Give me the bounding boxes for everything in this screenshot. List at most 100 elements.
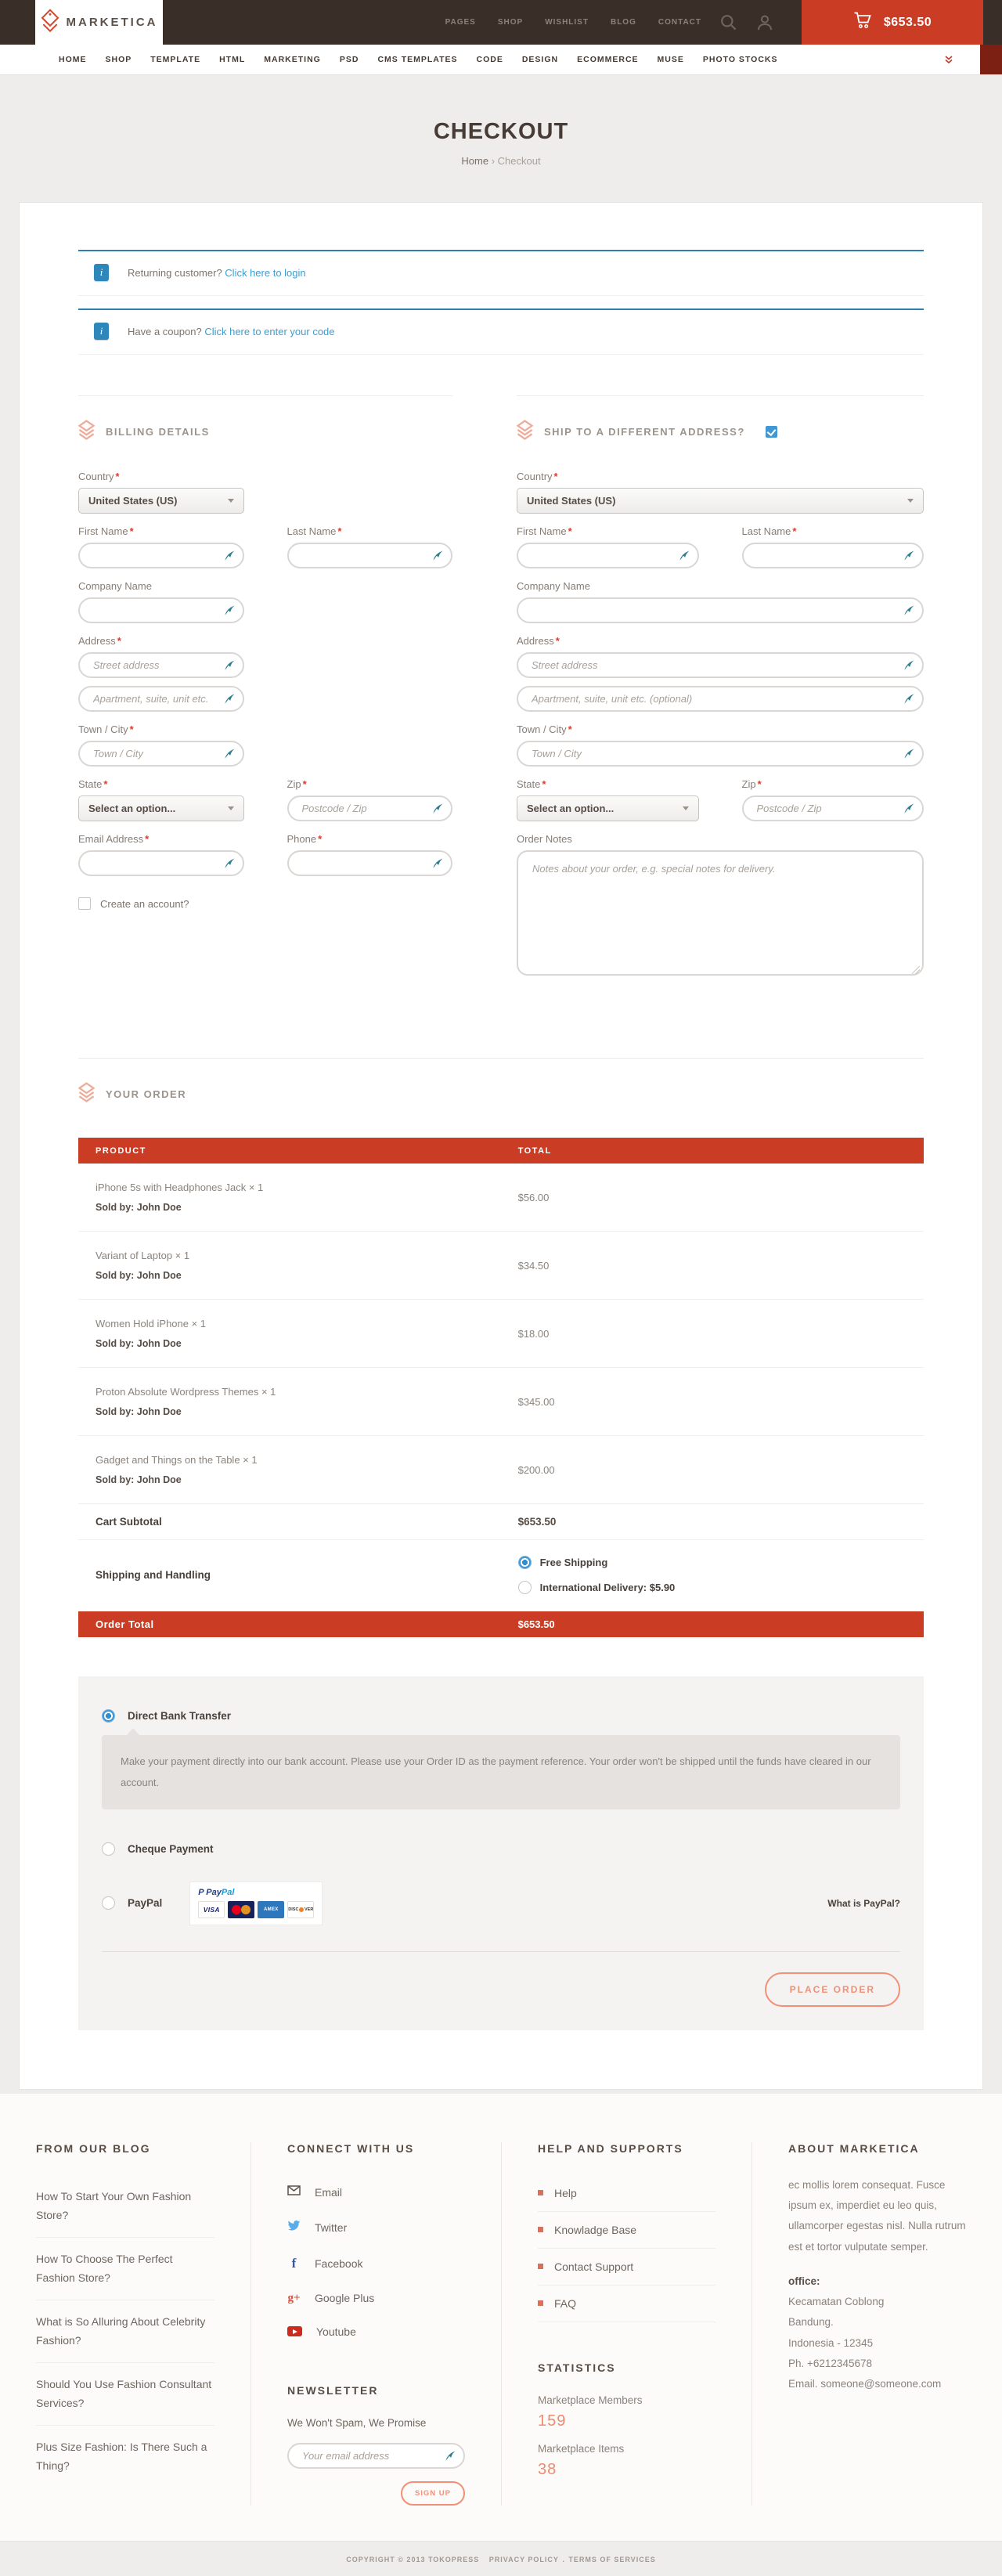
international-delivery-option[interactable]: International Delivery: $5.90 — [518, 1581, 924, 1594]
radio-icon[interactable] — [102, 1842, 115, 1856]
free-shipping-option[interactable]: Free Shipping — [518, 1556, 924, 1569]
newsletter-email-input[interactable] — [301, 2449, 442, 2462]
breadcrumb-current: Checkout — [498, 155, 541, 167]
blog-link[interactable]: Should You Use Fashion Consultant Servic… — [36, 2363, 214, 2426]
your-order-section: YOUR ORDER PRODUCT TOTAL iPhone 5s with … — [78, 1058, 924, 2030]
order-notes-textarea[interactable] — [517, 850, 924, 976]
subnav-html[interactable]: HTML — [219, 55, 245, 64]
billing-email-input[interactable] — [92, 857, 221, 870]
chevron-double-down-icon[interactable] — [944, 55, 953, 64]
facebook-link[interactable]: f Facebook — [287, 2246, 465, 2282]
footer-help-column: HELP AND SUPPORTS Help Knowladge Base Co… — [501, 2142, 752, 2506]
subnav-ecommerce[interactable]: ECOMMERCE — [577, 55, 638, 64]
brand-logo[interactable]: MARKETICA — [35, 0, 163, 45]
blog-link[interactable]: What is So Alluring About Celebrity Fash… — [36, 2300, 214, 2363]
contact-support-link[interactable]: Contact Support — [538, 2249, 715, 2286]
radio-icon[interactable] — [518, 1581, 532, 1594]
billing-apartment-input[interactable] — [92, 692, 221, 705]
email-link[interactable]: Email — [287, 2175, 465, 2210]
billing-country-select[interactable]: United States (US) — [78, 488, 244, 514]
shipping-last-name-input[interactable] — [755, 549, 901, 562]
shipping-state-select[interactable]: Select an option... — [517, 796, 699, 821]
billing-zip-input[interactable] — [301, 802, 430, 815]
subnav-marketing[interactable]: MARKETING — [264, 55, 321, 64]
subnav-home[interactable]: HOME — [59, 55, 87, 64]
shipping-town-input[interactable] — [530, 747, 900, 760]
radio-selected-icon[interactable] — [518, 1556, 532, 1569]
ship-different-address-checkbox[interactable] — [766, 426, 777, 438]
cart-button[interactable]: $653.50 — [802, 0, 983, 45]
subnav-template[interactable]: TEMPLATE — [150, 55, 200, 64]
footer-about-column: ABOUT MARKETICA ec mollis lorem consequa… — [752, 2142, 1002, 2506]
top-nav-wishlist[interactable]: WISHLIST — [545, 18, 589, 27]
shipping-company-input[interactable] — [530, 604, 900, 617]
shipping-first-name-input[interactable] — [530, 549, 676, 562]
subnav-psd[interactable]: PSD — [340, 55, 359, 64]
paypal-option[interactable]: PayPal P PayPal VISA AMEX DISCVER What i… — [102, 1882, 900, 1925]
what-is-paypal-link[interactable]: What is PayPal? — [827, 1898, 900, 1909]
top-nav-contact[interactable]: CONTACT — [658, 18, 701, 27]
shipping-section: SHIP TO A DIFFERENT ADDRESS? Country* Un… — [517, 395, 924, 991]
nav-corner-tab[interactable] — [980, 45, 1002, 74]
subnav-code[interactable]: CODE — [477, 55, 503, 64]
radio-selected-icon[interactable] — [102, 1709, 115, 1723]
top-nav-pages[interactable]: PAGES — [445, 18, 476, 27]
login-notice: i Returning customer? Click here to logi… — [78, 250, 924, 296]
your-order-heading: YOUR ORDER — [106, 1088, 186, 1100]
search-icon[interactable] — [720, 14, 737, 31]
country-selected-value: United States (US) — [88, 495, 177, 507]
blog-link[interactable]: Plus Size Fashion: Is There Such a Thing… — [36, 2426, 214, 2488]
top-nav-shop[interactable]: SHOP — [498, 18, 523, 27]
knowledge-base-link[interactable]: Knowladge Base — [538, 2212, 715, 2249]
blog-heading: FROM OUR BLOG — [36, 2142, 214, 2155]
login-link[interactable]: Click here to login — [225, 267, 305, 279]
twitter-icon — [287, 2220, 301, 2235]
subnav-shop[interactable]: SHOP — [106, 55, 132, 64]
category-nav: HOME SHOP TEMPLATE HTML MARKETING PSD CM… — [0, 45, 1002, 75]
state-label: State — [517, 778, 540, 790]
about-heading: ABOUT MARKETICA — [788, 2142, 966, 2155]
signup-button[interactable]: SIGN UP — [401, 2481, 465, 2506]
shipping-street-address-input[interactable] — [530, 658, 900, 672]
billing-first-name-input[interactable] — [92, 549, 221, 562]
create-account-checkbox[interactable] — [78, 897, 91, 910]
youtube-link[interactable]: Youtube — [287, 2315, 465, 2348]
cheque-payment-option[interactable]: Cheque Payment — [102, 1842, 900, 1856]
subnav-design[interactable]: DESIGN — [522, 55, 558, 64]
top-header: MARKETICA PAGES SHOP WISHLIST BLOG CONTA… — [0, 0, 1002, 45]
shipping-zip-input[interactable] — [755, 802, 901, 815]
bank-transfer-option[interactable]: Direct Bank Transfer — [102, 1709, 900, 1723]
create-account-option[interactable]: Create an account? — [78, 897, 452, 910]
billing-street-address-input[interactable] — [92, 658, 221, 672]
place-order-button[interactable]: PLACE ORDER — [765, 1972, 900, 2007]
faq-link[interactable]: FAQ — [538, 2286, 715, 2322]
breadcrumb-home-link[interactable]: Home — [461, 155, 488, 167]
subnav-photo-stocks[interactable]: PHOTO STOCKS — [703, 55, 778, 64]
shipping-country-select[interactable]: United States (US) — [517, 488, 924, 514]
radio-icon[interactable] — [102, 1896, 115, 1910]
billing-company-field: Company Name — [78, 580, 244, 623]
blog-link[interactable]: How To Start Your Own Fashion Store? — [36, 2175, 214, 2238]
paypal-cards-badge: P PayPal VISA AMEX DISCVER — [190, 1882, 322, 1925]
breadcrumb-separator: › — [492, 155, 495, 167]
coupon-link[interactable]: Click here to enter your code — [204, 326, 334, 337]
user-account-icon[interactable] — [756, 14, 773, 31]
billing-last-name-input[interactable] — [301, 549, 430, 562]
resize-grip-icon[interactable] — [912, 966, 920, 974]
terms-link[interactable]: TERMS OF SERVICES — [568, 2556, 655, 2563]
billing-town-input[interactable] — [92, 747, 221, 760]
google-plus-link[interactable]: g+ Google Plus — [287, 2282, 465, 2315]
billing-phone-input[interactable] — [301, 857, 430, 870]
subnav-muse[interactable]: MUSE — [658, 55, 684, 64]
billing-company-input[interactable] — [92, 604, 221, 617]
top-nav-blog[interactable]: BLOG — [611, 18, 636, 27]
help-link[interactable]: Help — [538, 2175, 715, 2212]
shipping-apartment-input[interactable] — [530, 692, 900, 705]
subnav-cms-templates[interactable]: CMS TEMPLATES — [377, 55, 457, 64]
twitter-link[interactable]: Twitter — [287, 2210, 465, 2246]
blog-link[interactable]: How To Choose The Perfect Fashion Store? — [36, 2238, 214, 2300]
billing-state-select[interactable]: Select an option... — [78, 796, 244, 821]
privacy-policy-link[interactable]: PRIVACY POLICY — [489, 2556, 559, 2563]
billing-last-name-field: Last Name* — [287, 525, 453, 568]
zip-label: Zip — [287, 778, 301, 790]
